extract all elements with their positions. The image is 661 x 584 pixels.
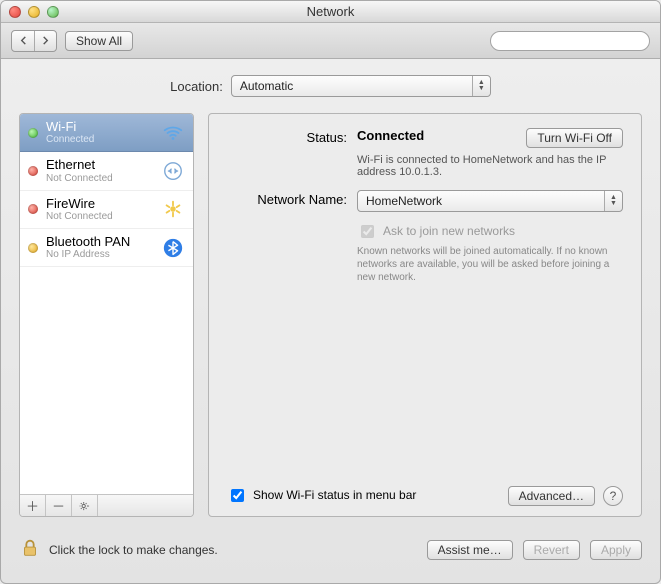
ask-join-label: Ask to join new networks <box>383 224 515 238</box>
details-pane: Status: Connected Turn Wi-Fi Off Wi-Fi i… <box>208 113 642 517</box>
window-footer: Click the lock to make changes. Assist m… <box>1 527 660 576</box>
network-name-value: HomeNetwork <box>366 194 442 208</box>
remove-service-button[interactable]: － <box>46 495 72 516</box>
network-name-popup[interactable]: HomeNetwork ▲▼ <box>357 190 623 212</box>
status-dot-icon <box>28 166 38 176</box>
toolbar: Show All <box>1 23 660 59</box>
wifi-icon <box>161 121 185 145</box>
details-footer: Show Wi-Fi status in menu bar Advanced… … <box>227 486 623 506</box>
service-firewire[interactable]: FireWire Not Connected <box>20 191 193 229</box>
service-status: Not Connected <box>46 173 153 184</box>
close-icon[interactable] <box>9 6 21 18</box>
services-list: Wi-Fi Connected Ethernet Not Connected <box>20 114 193 494</box>
location-row: Location: Automatic ▲▼ <box>19 75 642 97</box>
search-field[interactable] <box>490 31 650 51</box>
service-action-button[interactable] <box>72 495 98 516</box>
show-all-button[interactable]: Show All <box>65 31 133 51</box>
service-status: No IP Address <box>46 249 153 260</box>
service-name: Wi-Fi <box>46 120 153 134</box>
service-name: FireWire <box>46 197 153 211</box>
location-popup[interactable]: Automatic ▲▼ <box>231 75 491 97</box>
window-title: Network <box>1 4 660 19</box>
show-all-label: Show All <box>76 34 122 48</box>
network-prefs-window: Network Show All Location: Automatic ▲▼ <box>0 0 661 584</box>
help-button[interactable]: ? <box>603 486 623 506</box>
status-dot-icon <box>28 204 38 214</box>
minimize-icon[interactable] <box>28 6 40 18</box>
ethernet-icon <box>161 159 185 183</box>
firewire-icon <box>161 197 185 221</box>
services-sidebar: Wi-Fi Connected Ethernet Not Connected <box>19 113 194 517</box>
service-status: Connected <box>46 134 153 145</box>
sidebar-footer: ＋ － <box>20 494 193 516</box>
network-name-label: Network Name: <box>227 190 347 207</box>
location-label: Location: <box>170 79 223 94</box>
turn-wifi-off-button[interactable]: Turn Wi-Fi Off <box>526 128 623 148</box>
service-ethernet[interactable]: Ethernet Not Connected <box>20 152 193 190</box>
ask-join-checkbox[interactable] <box>361 225 374 238</box>
service-wifi[interactable]: Wi-Fi Connected <box>20 114 193 152</box>
nav-back-forward <box>11 30 57 52</box>
service-bluetooth-pan[interactable]: Bluetooth PAN No IP Address <box>20 229 193 267</box>
main-area: Wi-Fi Connected Ethernet Not Connected <box>19 113 642 517</box>
service-status: Not Connected <box>46 211 153 222</box>
service-name: Ethernet <box>46 158 153 172</box>
titlebar: Network <box>1 1 660 23</box>
back-button[interactable] <box>12 31 34 51</box>
advanced-button[interactable]: Advanced… <box>508 486 595 506</box>
ask-join-hint: Known networks will be joined automatica… <box>357 245 617 284</box>
popup-arrows-icon: ▲▼ <box>472 76 490 96</box>
status-row: Status: Connected Turn Wi-Fi Off Wi-Fi i… <box>227 128 623 178</box>
add-service-button[interactable]: ＋ <box>20 495 46 516</box>
forward-button[interactable] <box>34 31 56 51</box>
bluetooth-icon <box>161 236 185 260</box>
gear-icon <box>78 499 91 513</box>
search-input[interactable] <box>501 33 660 49</box>
popup-arrows-icon: ▲▼ <box>604 191 622 211</box>
status-dot-icon <box>28 243 38 253</box>
content-area: Location: Automatic ▲▼ Wi-Fi Connected <box>1 59 660 527</box>
apply-button[interactable]: Apply <box>590 540 642 560</box>
location-value: Automatic <box>240 79 293 93</box>
lock-row: Click the lock to make changes. <box>19 537 218 562</box>
zoom-icon[interactable] <box>47 6 59 18</box>
service-name: Bluetooth PAN <box>46 235 153 249</box>
lock-text: Click the lock to make changes. <box>49 543 218 557</box>
status-label: Status: <box>227 128 347 145</box>
status-description: Wi-Fi is connected to HomeNetwork and ha… <box>357 154 617 178</box>
show-menu-checkbox[interactable] <box>231 489 244 502</box>
assist-me-button[interactable]: Assist me… <box>427 540 513 560</box>
revert-button[interactable]: Revert <box>523 540 580 560</box>
help-icon: ? <box>610 489 617 503</box>
status-dot-icon <box>28 128 38 138</box>
show-menu-label: Show Wi-Fi status in menu bar <box>253 488 416 502</box>
ask-join-row: Ask to join new networks Known networks … <box>227 224 623 284</box>
status-value: Connected <box>357 128 424 143</box>
lock-icon[interactable] <box>19 537 41 562</box>
traffic-lights <box>9 6 59 18</box>
network-name-row: Network Name: HomeNetwork ▲▼ <box>227 190 623 212</box>
